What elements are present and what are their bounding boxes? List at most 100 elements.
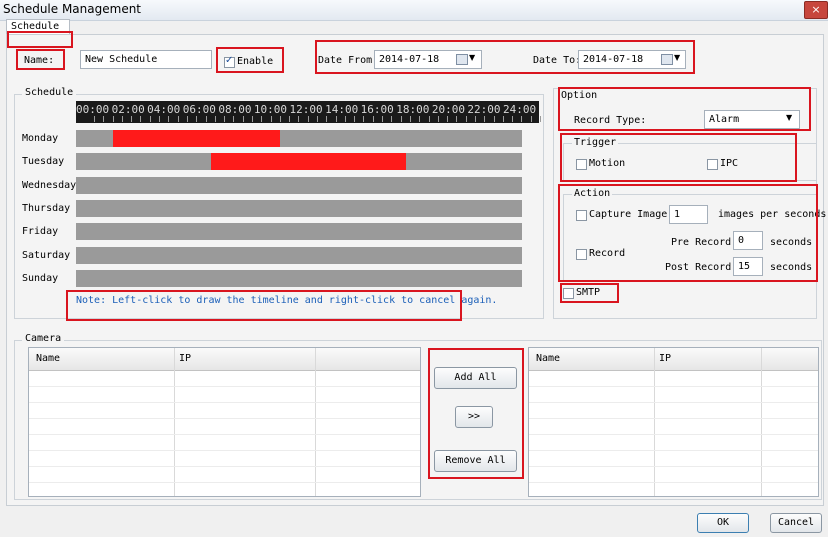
day-timeline-row[interactable] — [76, 223, 522, 241]
row-divider — [529, 466, 818, 467]
time-tick — [103, 116, 105, 122]
available-camera-list[interactable]: Name IP — [28, 347, 421, 497]
time-tick — [261, 116, 263, 122]
time-tick — [419, 116, 421, 122]
highlight-smtp — [560, 283, 619, 303]
highlight-action — [558, 184, 818, 282]
time-label: 14:00 — [325, 103, 359, 116]
time-label: 18:00 — [396, 103, 430, 116]
highlight-name — [16, 49, 65, 70]
row-divider — [29, 466, 420, 467]
time-tick — [214, 116, 216, 122]
time-tick — [354, 116, 356, 122]
row-divider — [529, 386, 818, 387]
time-label: 06:00 — [182, 103, 216, 116]
time-label: 16:00 — [360, 103, 394, 116]
highlight-enable — [216, 47, 284, 73]
column-header-ip[interactable]: IP — [179, 353, 191, 364]
time-tick — [474, 116, 476, 122]
time-tick — [326, 116, 328, 122]
highlight-trigger — [560, 133, 797, 182]
camera-group-label: Camera — [22, 333, 65, 344]
day-timeline-row[interactable] — [76, 246, 522, 264]
row-divider — [529, 418, 818, 419]
day-label: Thursday — [22, 202, 71, 214]
time-tick — [317, 116, 318, 122]
time-tick — [131, 116, 133, 122]
ok-button[interactable]: OK — [697, 513, 749, 533]
time-label: 24:00 — [503, 103, 537, 116]
row-divider — [529, 402, 818, 403]
time-tick — [335, 116, 337, 122]
time-tick — [233, 116, 235, 122]
time-tick — [363, 116, 365, 122]
time-label: 08:00 — [218, 103, 252, 116]
row-divider — [529, 450, 818, 451]
scheduled-segment[interactable] — [210, 153, 406, 171]
time-label: 04:00 — [147, 103, 181, 116]
time-tick — [224, 116, 226, 122]
time-tick — [484, 116, 486, 122]
time-tick — [512, 116, 514, 122]
window-title: Schedule Management — [3, 2, 142, 16]
row-divider — [29, 450, 420, 451]
row-divider — [29, 418, 420, 419]
highlight-buttons — [428, 348, 524, 479]
time-tick — [168, 116, 170, 122]
column-divider — [761, 348, 762, 496]
time-tick — [205, 116, 207, 122]
time-tick — [186, 116, 188, 122]
name-field[interactable]: New Schedule — [80, 50, 212, 69]
cancel-button[interactable]: Cancel — [770, 513, 822, 533]
selected-camera-list[interactable]: Name IP — [528, 347, 819, 497]
time-label: 20:00 — [431, 103, 465, 116]
day-label: Saturday — [22, 249, 71, 261]
time-tick — [344, 116, 346, 122]
time-tick — [400, 116, 402, 122]
day-timeline-row[interactable] — [76, 199, 522, 217]
list-header — [29, 348, 420, 371]
time-tick — [465, 116, 467, 122]
time-tick — [298, 116, 300, 122]
time-tick — [270, 116, 272, 122]
time-tick — [456, 116, 458, 122]
time-tick — [382, 116, 384, 122]
day-timeline-row[interactable] — [76, 130, 522, 147]
time-tick — [447, 116, 449, 122]
time-label: 12:00 — [289, 103, 323, 116]
time-tick — [409, 116, 411, 122]
time-tick — [177, 116, 179, 122]
time-label: 10:00 — [253, 103, 288, 116]
column-divider — [174, 348, 175, 496]
day-label: Monday — [22, 133, 59, 144]
time-tick — [391, 116, 393, 122]
column-header-name[interactable]: Name — [536, 353, 560, 364]
time-tick — [121, 116, 123, 122]
time-tick — [372, 116, 374, 122]
time-tick — [159, 116, 161, 122]
list-header — [529, 348, 818, 371]
column-header-ip[interactable]: IP — [659, 353, 671, 364]
day-timeline-row[interactable] — [76, 269, 522, 287]
highlight-note — [66, 290, 462, 321]
column-divider — [315, 348, 316, 496]
day-label: Sunday — [22, 272, 59, 284]
time-tick — [140, 116, 142, 122]
column-header-name[interactable]: Name — [36, 353, 60, 364]
time-label: 02:00 — [111, 103, 145, 116]
close-button[interactable]: × — [804, 1, 828, 19]
row-divider — [29, 482, 420, 483]
time-tick — [521, 116, 523, 122]
time-tick — [242, 116, 244, 122]
row-divider — [529, 434, 818, 435]
time-tick — [149, 116, 151, 122]
time-tick — [251, 116, 253, 122]
scheduled-segment[interactable] — [113, 130, 281, 147]
day-label: Tuesday — [22, 156, 65, 168]
day-timeline-row[interactable] — [76, 176, 522, 194]
day-timeline-row[interactable] — [76, 153, 522, 171]
highlight-tab — [7, 31, 73, 48]
row-divider — [529, 482, 818, 483]
time-tick — [279, 116, 281, 122]
time-tick — [437, 116, 439, 122]
